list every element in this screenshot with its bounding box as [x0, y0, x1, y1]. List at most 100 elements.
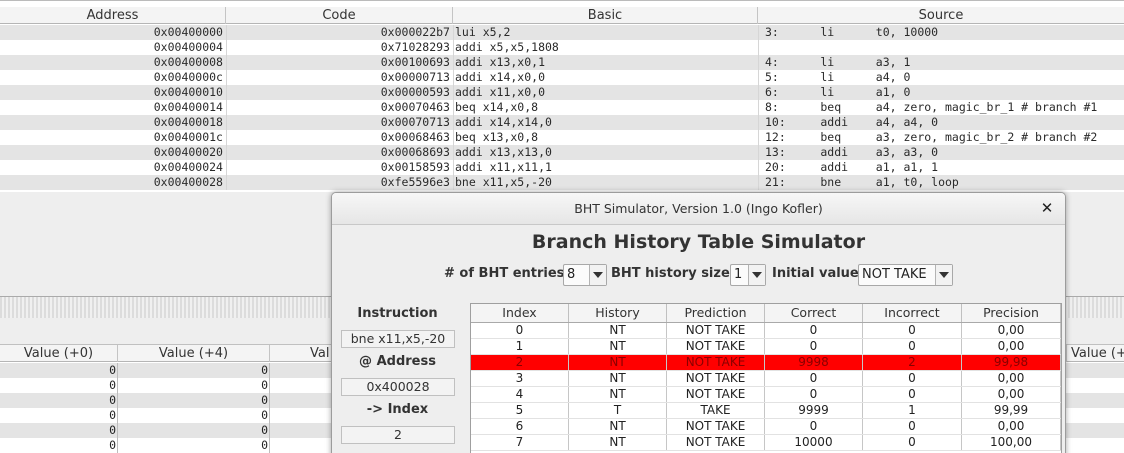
address-cell: 0x0040001c: [153, 130, 223, 144]
prediction-cell: NOT TAKE: [667, 323, 765, 338]
value-cell: 0: [0, 408, 118, 423]
simulator-heading: Branch History Table Simulator: [531, 231, 866, 253]
basic-cell: addi x5,x5,1808: [453, 40, 757, 55]
incorrect-cell: 0: [863, 387, 962, 402]
basic-cell: addi x14,x0,0: [453, 70, 757, 85]
value-cell: 0: [118, 378, 270, 393]
prediction-cell: NOT TAKE: [667, 435, 765, 450]
code-table-row[interactable]: 0x00400024 0x00158593 addi x11,x11,1 20: ad…: [0, 160, 1124, 175]
code-cell: 0x00158593: [226, 160, 452, 175]
chevron-down-icon: [935, 265, 952, 285]
value-cell: 0: [118, 438, 270, 453]
precision-cell: 0,00: [962, 387, 1061, 402]
address-cell: 0x0040000c: [153, 70, 223, 84]
header-basic[interactable]: Basic: [453, 7, 758, 24]
prediction-cell: NOT TAKE: [667, 339, 765, 354]
code-cell: 0x00100693: [226, 55, 452, 70]
header-value-last[interactable]: Value (+: [1066, 345, 1124, 362]
address-cell: 0x00400014: [153, 100, 223, 114]
code-table-row[interactable]: 0x00400000 0x000022b7 lui x5,2 3: li t0, 10…: [0, 25, 1124, 40]
code-table-row[interactable]: 0x00400004 0x71028293 addi x5,x5,1808: [0, 40, 1124, 55]
bht-history-select[interactable]: 1: [730, 264, 766, 286]
source-cell: 4: li a3, 1: [758, 55, 1124, 70]
basic-cell: addi x11,x0,0: [453, 85, 757, 100]
header-index[interactable]: Index: [471, 304, 569, 322]
source-cell: 8: beq a4, zero, magic_br_1 # branch #1: [758, 100, 1124, 115]
code-cell: 0x00000593: [226, 85, 452, 100]
header-value-0[interactable]: Value (+0): [0, 345, 118, 362]
header-correct[interactable]: Correct: [765, 304, 863, 322]
bht-simulator-dialog: BHT Simulator, Version 1.0 (Ingo Kofler)…: [331, 192, 1066, 453]
history-cell: NT: [569, 371, 667, 386]
incorrect-cell: 0: [863, 339, 962, 354]
incorrect-cell: 0: [863, 435, 962, 450]
index-cell: 3: [471, 371, 569, 386]
address-cell: 0x00400028: [153, 175, 223, 189]
source-cell: 6: li a1, 0: [758, 85, 1124, 100]
index-label: -> Index: [366, 402, 429, 417]
code-table-row[interactable]: 0x00400018 0x00070713 addi x14,x14,0 10: ad…: [0, 115, 1124, 130]
address-cell: 0x00400004: [153, 40, 223, 54]
value-cell: 0: [0, 423, 118, 438]
bht-row[interactable]: 0 NT NOT TAKE 0 0 0,00: [471, 323, 1061, 339]
bht-row[interactable]: 3 NT NOT TAKE 0 0 0,00: [471, 371, 1061, 387]
code-table-row[interactable]: 0x00400020 0x00068693 addi x13,x13,0 13: ad…: [0, 145, 1124, 160]
index-cell: 0: [471, 323, 569, 338]
close-icon[interactable]: ✕: [1039, 200, 1055, 216]
correct-cell: 9998: [765, 355, 863, 370]
history-cell: NT: [569, 387, 667, 402]
header-value-4[interactable]: Value (+4): [118, 345, 270, 362]
incorrect-cell: 1: [863, 403, 962, 418]
dialog-title[interactable]: BHT Simulator, Version 1.0 (Ingo Kofler): [332, 193, 1065, 225]
bht-row[interactable]: 1 NT NOT TAKE 0 0 0,00: [471, 339, 1061, 355]
header-address[interactable]: Address: [0, 7, 226, 24]
bht-row[interactable]: 2 NT NOT TAKE 9998 2 99,98: [471, 355, 1061, 371]
header-incorrect[interactable]: Incorrect: [863, 304, 962, 322]
code-table-row[interactable]: 0x00400028 0xfe5596e3 bne x11,x5,-20 21: bn…: [0, 175, 1124, 190]
basic-cell: bne x11,x5,-20: [453, 175, 757, 190]
incorrect-cell: 0: [863, 323, 962, 338]
bht-row[interactable]: 7 NT NOT TAKE 10000 0 100,00: [471, 435, 1061, 451]
bht-row[interactable]: 5 T TAKE 9999 1 99,99: [471, 403, 1061, 419]
precision-cell: 99,99: [962, 403, 1061, 418]
bht-row[interactable]: 4 NT NOT TAKE 0 0 0,00: [471, 387, 1061, 403]
incorrect-cell: 0: [863, 419, 962, 434]
prediction-cell: NOT TAKE: [667, 387, 765, 402]
value-cell: 0: [118, 423, 270, 438]
code-table-row[interactable]: 0x00400008 0x00100693 addi x13,x0,1 4: li a…: [0, 55, 1124, 70]
address-cell: 0x00400018: [153, 115, 223, 129]
code-table-row[interactable]: 0x0040001c 0x00068463 beq x13,x0,8 12: beq …: [0, 130, 1124, 145]
correct-cell: 0: [765, 339, 863, 354]
code-table-row[interactable]: 0x00400014 0x00070463 beq x14,x0,8 8: beq a…: [0, 100, 1124, 115]
bht-history-label: BHT history size: [611, 266, 730, 281]
code-cell: 0x00068463: [226, 130, 452, 145]
code-cell: 0x00068693: [226, 145, 452, 160]
bht-row[interactable]: 6 NT NOT TAKE 0 0 0,00: [471, 419, 1061, 435]
header-code[interactable]: Code: [226, 7, 453, 24]
header-source[interactable]: Source: [758, 7, 1124, 24]
bht-entries-select[interactable]: 8: [563, 264, 607, 286]
source-cell: 20: addi a1, a1, 1: [758, 160, 1124, 175]
source-cell: 12: beq a3, zero, magic_br_2 # branch #2: [758, 130, 1124, 145]
precision-cell: 99,98: [962, 355, 1061, 370]
code-table-row[interactable]: 0x0040000c 0x00000713 addi x14,x0,0 5: li a…: [0, 70, 1124, 85]
initial-value-select[interactable]: NOT TAKE: [858, 264, 953, 286]
index-cell: 6: [471, 419, 569, 434]
address-field: 0x400028: [341, 378, 455, 396]
precision-cell: 0,00: [962, 371, 1061, 386]
source-cell: 10: addi a4, a4, 0: [758, 115, 1124, 130]
header-prediction[interactable]: Prediction: [667, 304, 765, 322]
index-field: 2: [341, 426, 455, 444]
address-cell: 0x00400008: [153, 55, 223, 69]
header-precision[interactable]: Precision: [962, 304, 1061, 322]
index-cell: 7: [471, 435, 569, 450]
chevron-down-icon: [748, 265, 765, 285]
code-cell: 0x000022b7: [226, 25, 452, 40]
basic-cell: lui x5,2: [453, 25, 757, 40]
text-segment-panel: Address Code Basic Source 0x00400000 0x00…: [0, 0, 1124, 192]
correct-cell: 0: [765, 323, 863, 338]
code-table-row[interactable]: 0x00400010 0x00000593 addi x11,x0,0 6: li a…: [0, 85, 1124, 100]
source-cell: 5: li a4, 0: [758, 70, 1124, 85]
basic-cell: addi x13,x13,0: [453, 145, 757, 160]
header-history[interactable]: History: [569, 304, 667, 322]
